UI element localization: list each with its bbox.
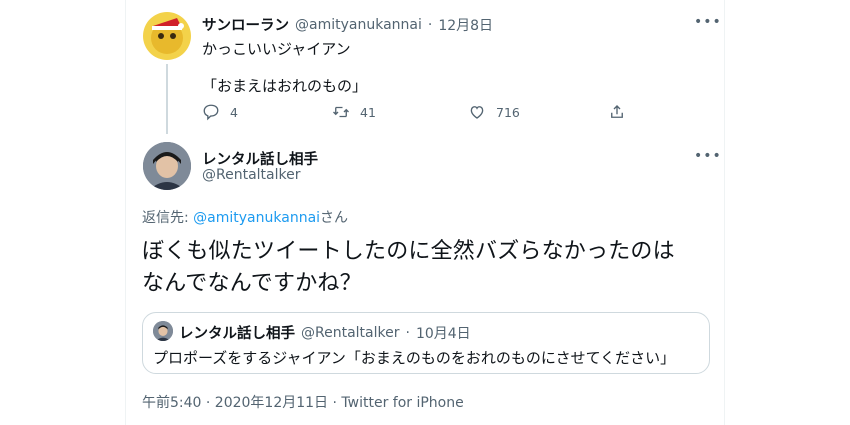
tweet-timestamp[interactable]: 午前5:40 · 2020年12月11日 · Twitter for iPhon…	[142, 392, 464, 412]
quoted-author-name: レンタル話し相手	[179, 326, 295, 342]
quoted-avatar	[153, 321, 173, 341]
rentaltalker-avatar[interactable]	[143, 142, 191, 190]
replying-to-handle-link[interactable]: @amityanukannai	[193, 210, 320, 226]
main-more-options-icon[interactable]: •••	[694, 148, 722, 164]
retweet-action[interactable]: 41	[332, 103, 376, 121]
reply-action[interactable]: 4	[202, 103, 238, 121]
main-tweet-text-line1: ぼくも似たツイートしたのに全然バズらなかったのは	[142, 239, 675, 264]
main-author-name[interactable]: レンタル話し相手	[202, 148, 318, 169]
like-action[interactable]: 716	[468, 103, 520, 121]
reply-icon	[203, 104, 219, 121]
tweet-date[interactable]: 12月8日	[438, 15, 493, 35]
more-options-icon[interactable]: •••	[694, 14, 722, 30]
replying-to: 返信先: @amityanukannaiさん	[142, 207, 348, 227]
quoted-header: レンタル話し相手 @Rentaltalker · 10月4日	[179, 322, 471, 343]
retweet-count: 41	[360, 104, 376, 120]
thread-connector-line	[166, 64, 168, 134]
replying-to-suffix: さん	[320, 210, 349, 226]
tweet-header: サンローラン @amityanukannai · 12月8日	[202, 14, 493, 35]
quoted-author-handle: @Rentaltalker	[301, 324, 400, 341]
quoted-tweet-date: 10月4日	[415, 325, 471, 342]
main-tweet-text-line2: なんでなんですかね？	[142, 271, 362, 296]
main-author-handle[interactable]: @Rentaltalker	[202, 167, 300, 183]
share-action[interactable]	[608, 103, 636, 121]
tweet-text-line2: 「おまえはおれのもの」	[202, 77, 368, 95]
heart-icon	[470, 106, 484, 119]
share-icon	[611, 105, 623, 118]
sanlaurent-avatar[interactable]	[143, 12, 191, 60]
author-name[interactable]: サンローラン	[202, 14, 289, 35]
separator-dot: ·	[427, 16, 433, 33]
retweet-icon	[333, 106, 349, 118]
quoted-separator-dot: ·	[405, 324, 410, 341]
reply-count: 4	[230, 104, 238, 120]
author-handle[interactable]: @amityanukannai	[295, 17, 422, 33]
replying-to-prefix: 返信先:	[142, 210, 194, 226]
quoted-tweet-text: プロポーズをするジャイアン「おまえのものをおれのものにさせてください」	[153, 349, 676, 367]
tweet-text-line1: かっこいいジャイアン	[202, 40, 351, 58]
like-count: 716	[496, 104, 520, 120]
quoted-tweet-card[interactable]: レンタル話し相手 @Rentaltalker · 10月4日 プロポーズをするジ…	[142, 312, 710, 374]
tweet-thread-column: サンローラン @amityanukannai · 12月8日 ••• かっこいい…	[125, 0, 725, 425]
